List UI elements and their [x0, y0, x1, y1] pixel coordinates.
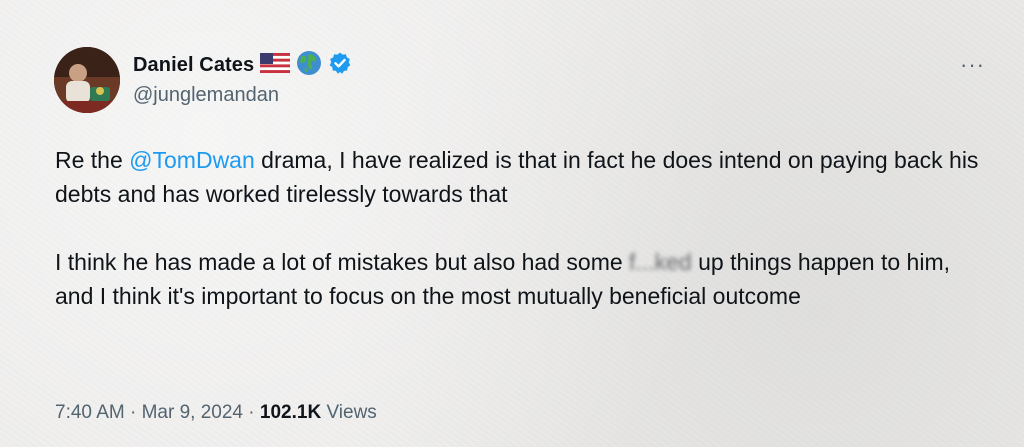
verified-badge-icon	[328, 51, 352, 80]
author-name-row: Daniel Cates	[133, 50, 352, 81]
meta-separator: ·	[243, 402, 260, 423]
author-handle[interactable]: @junglemandan	[133, 84, 279, 107]
views-label: Views	[321, 402, 377, 423]
mention-link[interactable]: @TomDwan	[129, 147, 255, 173]
tweet-paragraph-1: Re the @TomDwan drama, I have realized i…	[55, 143, 985, 211]
censored-word: f...ked	[629, 249, 692, 275]
meta-separator: ·	[124, 402, 142, 423]
tweet-text-segment: Re the	[55, 147, 130, 173]
globe-icon	[296, 50, 322, 81]
avatar[interactable]	[54, 47, 120, 113]
us-flag-icon	[260, 52, 291, 78]
tweet-paragraph-2: I think he has made a lot of mistakes bu…	[55, 245, 985, 313]
tweet-metadata: 7:40 AM · Mar 9, 2024 · 102.1K Views	[55, 402, 377, 424]
tweet-time[interactable]: 7:40 AM	[55, 402, 125, 423]
author-display-name[interactable]: Daniel Cates	[133, 54, 254, 77]
tweet-date[interactable]: Mar 9, 2024	[142, 402, 243, 423]
tweet-card: Daniel Cates @junglemandan ··· Re the @T…	[0, 0, 1024, 447]
views-count: 102.1K	[259, 402, 322, 423]
more-options-icon[interactable]: ···	[960, 54, 985, 76]
tweet-text: Re the @TomDwan drama, I have realized i…	[55, 143, 985, 313]
tweet-text-segment: I think he has made a lot of mistakes bu…	[55, 249, 630, 275]
